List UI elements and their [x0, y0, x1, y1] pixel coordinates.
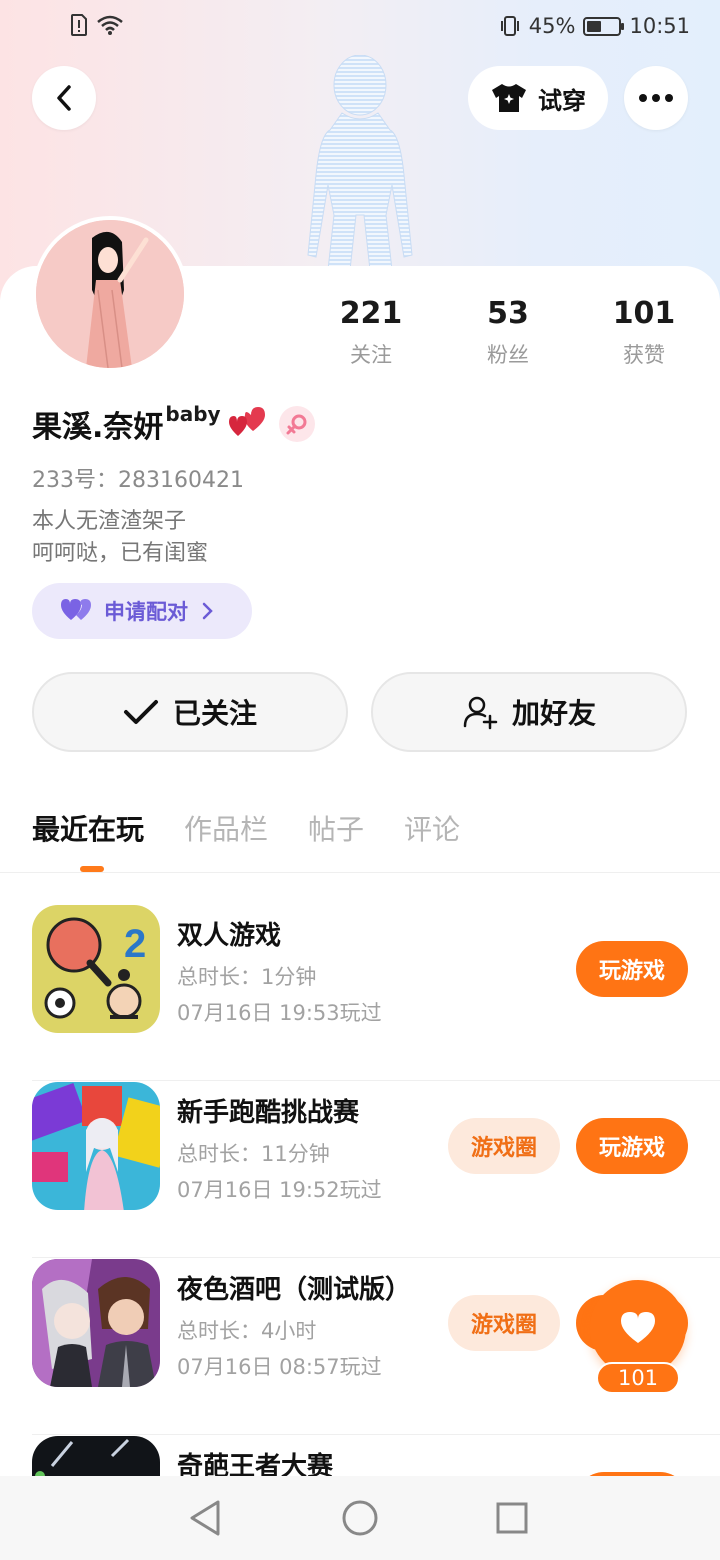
fans-count: 53 [487, 296, 529, 331]
profile-tabs: 最近在玩 作品栏 帖子 评论 [32, 808, 460, 848]
try-on-label: 试穿 [538, 86, 586, 115]
try-on-button[interactable]: 试穿 [468, 66, 608, 130]
user-id-value: 283160421 [118, 468, 244, 493]
game-icon-night-bar [32, 1259, 160, 1387]
user-avatar[interactable] [32, 216, 188, 372]
system-navigation-bar [0, 1476, 720, 1560]
tabs-divider [0, 872, 720, 873]
fans-label: 粉丝 [487, 343, 529, 367]
game-list-item[interactable]: 新手跑酷挑战赛 总时长：11分钟 07月16日 19:52玩过 游戏圈 玩游戏 [32, 1082, 720, 1258]
following-count: 221 [339, 296, 403, 331]
nav-back-icon[interactable] [186, 1498, 226, 1538]
vibrate-icon [500, 16, 519, 36]
game-last-played: 07月16日 08:57玩过 [177, 1355, 382, 1379]
svg-text:2: 2 [124, 922, 146, 966]
game-title: 双人游戏 [177, 921, 282, 951]
bio-line: 呵呵哒，已有闺蜜 [32, 541, 209, 566]
clock: 10:51 [629, 14, 690, 38]
list-divider [32, 1080, 720, 1081]
game-list-item[interactable]: 2 双人游戏 总时长：1分钟 07月16日 19:53玩过 玩游戏 [32, 905, 720, 1081]
name-row: 果溪.奈妍 baby [32, 402, 315, 446]
game-duration: 总时长：4小时 [177, 1319, 317, 1343]
following-label: 关注 [350, 343, 392, 367]
add-user-icon [463, 696, 498, 730]
game-thumbnail [32, 1259, 160, 1387]
play-game-button[interactable]: 玩游戏 [576, 941, 688, 997]
battery-icon [583, 16, 625, 36]
check-icon [123, 700, 158, 724]
tab-recently-played[interactable]: 最近在玩 [32, 808, 144, 848]
game-thumbnail [32, 1082, 160, 1210]
sim-alert-icon [71, 14, 87, 36]
game-duration: 总时长：1分钟 [177, 965, 317, 989]
game-icon-two-player: 2 [32, 905, 160, 1033]
heart-icon [621, 1312, 655, 1343]
nav-home-icon[interactable] [340, 1498, 380, 1538]
female-symbol-icon [286, 414, 307, 435]
game-duration: 总时长：11分钟 [177, 1142, 330, 1166]
game-thumbnail: 2 [32, 905, 160, 1033]
fans-stat[interactable]: 53 粉丝 [453, 296, 563, 369]
back-button[interactable] [32, 66, 96, 130]
likes-count: 101 [612, 296, 676, 331]
status-bar: 45% 10:51 [0, 0, 720, 56]
list-divider [32, 1434, 720, 1435]
game-circle-button[interactable]: 游戏圈 [448, 1295, 560, 1351]
add-friend-button[interactable]: 加好友 [371, 672, 687, 752]
game-title: 新手跑酷挑战赛 [177, 1098, 360, 1128]
chevron-left-icon [57, 85, 71, 111]
display-name-superscript: baby [165, 402, 221, 426]
game-title: 夜色酒吧（测试版） [177, 1275, 412, 1305]
tab-works[interactable]: 作品栏 [184, 808, 268, 848]
avatar-figure [36, 220, 184, 368]
add-friend-label: 加好友 [511, 697, 596, 730]
3d-avatar-hologram [307, 55, 413, 270]
more-options-button[interactable] [624, 66, 688, 130]
bio-line: 本人无渣渣架子 [32, 509, 187, 534]
play-game-button[interactable]: 玩游戏 [576, 1118, 688, 1174]
likes-label: 获赞 [623, 343, 665, 367]
tab-comments[interactable]: 评论 [404, 808, 460, 848]
battery-percent: 45% [528, 14, 576, 38]
like-count-badge: 101 [596, 1362, 680, 1394]
list-divider [32, 1257, 720, 1258]
tab-posts[interactable]: 帖子 [308, 808, 364, 848]
display-name: 果溪.奈妍 [32, 410, 164, 445]
double-heart-icon [61, 599, 91, 620]
nav-recents-icon[interactable] [492, 1498, 532, 1538]
game-last-played: 07月16日 19:52玩过 [177, 1178, 382, 1202]
likes-stat[interactable]: 101 获赞 [589, 296, 699, 369]
followed-label: 已关注 [172, 697, 257, 730]
tshirt-icon [492, 84, 526, 112]
game-last-played: 07月16日 19:53玩过 [177, 1001, 382, 1025]
game-icon-parkour [32, 1082, 160, 1210]
user-id-label: 233号： [32, 468, 118, 493]
game-circle-button[interactable]: 游戏圈 [448, 1118, 560, 1174]
following-stat[interactable]: 221 关注 [316, 296, 426, 369]
followed-button[interactable]: 已关注 [32, 672, 348, 752]
user-id-row: 233号：283160421 [32, 462, 244, 494]
chevron-right-icon [202, 602, 213, 620]
more-dots-icon [639, 94, 673, 102]
wifi-icon [97, 15, 123, 35]
two-hearts-icon [228, 407, 265, 436]
gender-female-badge [278, 406, 315, 442]
user-bio: 本人无渣渣架子 呵呵哒，已有闺蜜 [32, 506, 208, 570]
request-pair-label: 申请配对 [104, 600, 188, 624]
request-pair-button[interactable]: 申请配对 [32, 583, 252, 639]
